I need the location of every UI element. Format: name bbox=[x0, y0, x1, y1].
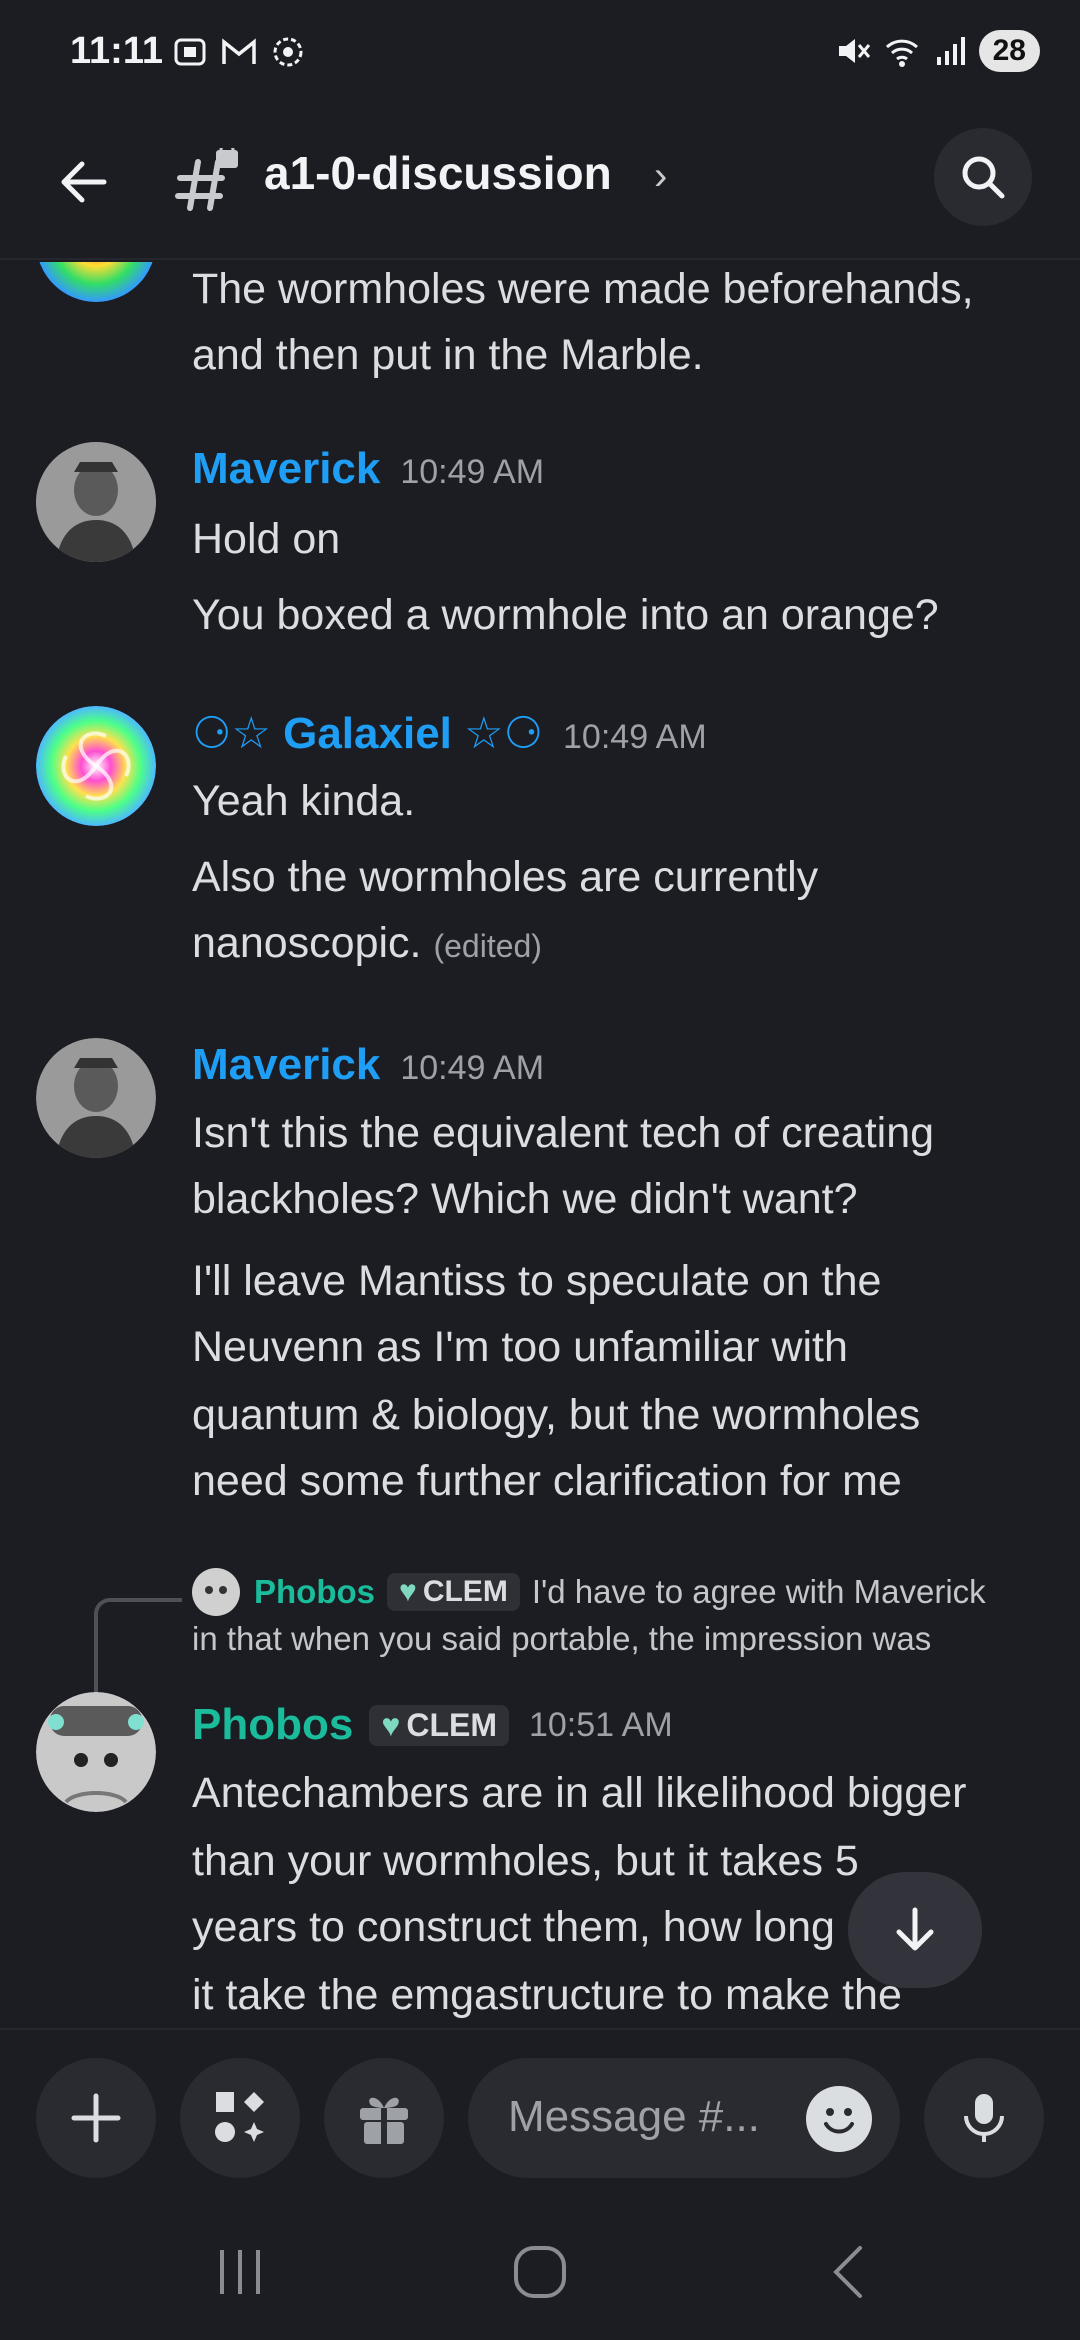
message-text: nanoscopic. (edited) bbox=[192, 910, 542, 980]
avatar[interactable] bbox=[36, 706, 156, 826]
back-button[interactable] bbox=[48, 146, 120, 218]
message-text: blackholes? Which we didn't want? bbox=[192, 1175, 858, 1223]
message-text: You boxed a wormhole into an orange? bbox=[192, 591, 939, 639]
notification-icons bbox=[172, 34, 306, 70]
emoji-button[interactable] bbox=[806, 2086, 872, 2152]
apps-button[interactable] bbox=[180, 2058, 300, 2178]
avatar[interactable] bbox=[36, 262, 156, 302]
home-icon[interactable] bbox=[510, 2242, 570, 2302]
role-tag-label: CLEM bbox=[422, 1575, 508, 1608]
avatar[interactable] bbox=[36, 1038, 156, 1158]
reply-connector bbox=[94, 1598, 182, 1698]
reply-text: in that when you said portable, the impr… bbox=[192, 1620, 932, 1657]
screenshot-icon bbox=[174, 38, 206, 66]
microphone-icon bbox=[964, 2094, 1004, 2142]
message-text: Yeah kinda. bbox=[192, 777, 416, 825]
role-tag: ♥ CLEM bbox=[387, 1573, 520, 1611]
locked-channel-icon bbox=[175, 148, 238, 211]
signal-icon bbox=[936, 37, 965, 65]
message-header: Maverick 10:49 AM bbox=[192, 1040, 544, 1090]
message-text: Neuvenn as I'm too unfamiliar with bbox=[192, 1323, 848, 1371]
heart-icon: ♥ bbox=[381, 1706, 401, 1743]
reply-avatar bbox=[192, 1568, 240, 1616]
recent-apps-icon[interactable] bbox=[210, 2242, 270, 2302]
gift-button[interactable] bbox=[324, 2058, 444, 2178]
message-text: I'll leave Mantiss to speculate on the bbox=[192, 1257, 882, 1305]
reply-preview[interactable]: Phobos ♥ CLEM I'd have to agree with Mave… bbox=[192, 1568, 1072, 1658]
edited-label: (edited) bbox=[433, 928, 542, 964]
timestamp: 10:49 AM bbox=[563, 718, 707, 756]
settings-icon bbox=[273, 37, 303, 67]
message-text-part: nanoscopic. bbox=[192, 919, 422, 967]
message-text: Also the wormholes are currently bbox=[192, 853, 819, 901]
system-navigation-bar bbox=[0, 2198, 1080, 2340]
reply-text: I'd have to agree with Maverick bbox=[531, 1573, 986, 1610]
message-text: than your wormholes, but it takes 5 bbox=[192, 1837, 859, 1885]
author-name[interactable]: Phobos bbox=[192, 1700, 353, 1750]
wifi-icon bbox=[885, 39, 918, 67]
author-name[interactable]: Maverick bbox=[192, 1040, 380, 1090]
channel-header: a1-0-discussion › bbox=[0, 110, 1080, 260]
channel-title[interactable]: a1-0-discussion bbox=[264, 146, 612, 200]
chevron-right-icon[interactable]: › bbox=[654, 154, 667, 199]
message-text: The wormholes were made beforehands, bbox=[192, 265, 974, 313]
message-composer: Message #... bbox=[0, 2028, 1080, 2198]
add-attachment-button[interactable] bbox=[36, 2058, 156, 2178]
timestamp: 10:49 AM bbox=[400, 1049, 545, 1087]
arrow-down-icon bbox=[896, 1907, 934, 1951]
status-bar: 11:11 28 bbox=[0, 0, 1080, 110]
gmail-icon bbox=[222, 38, 256, 64]
message-text: need some further clarification for me bbox=[192, 1457, 902, 1505]
back-nav-icon[interactable] bbox=[820, 2242, 880, 2302]
message-text: Antechambers are in all likelihood bigge… bbox=[192, 1769, 967, 1817]
reply-author[interactable]: Phobos bbox=[254, 1573, 375, 1611]
arrow-left-icon bbox=[61, 161, 107, 203]
message-text: quantum & biology, but the wormholes bbox=[192, 1391, 921, 1439]
timestamp: 10:51 AM bbox=[528, 1705, 673, 1744]
message-header: Phobos ♥ CLEM 10:51 AM bbox=[192, 1700, 673, 1750]
voice-message-button[interactable] bbox=[924, 2058, 1044, 2178]
apps-icon bbox=[215, 2092, 264, 2142]
jump-to-bottom-button[interactable] bbox=[848, 1872, 982, 1988]
mute-icon bbox=[838, 39, 870, 63]
search-button[interactable] bbox=[934, 128, 1032, 226]
battery-indicator: 28 bbox=[978, 30, 1040, 72]
message-text: Isn't this the equivalent tech of creati… bbox=[192, 1109, 935, 1157]
avatar[interactable] bbox=[36, 442, 156, 562]
message-list[interactable]: The wormholes were made beforehands, and… bbox=[0, 262, 1080, 2026]
message-text: years to construct them, how long d bbox=[192, 1903, 871, 1951]
author-name[interactable]: Maverick bbox=[192, 444, 380, 494]
message-header: Maverick 10:49 AM bbox=[192, 444, 544, 494]
message-text: Hold on bbox=[192, 515, 341, 563]
role-tag-label: CLEM bbox=[406, 1706, 497, 1743]
role-tag: ♥ CLEM bbox=[369, 1704, 509, 1746]
message-placeholder: Message #... bbox=[508, 2092, 760, 2141]
author-name[interactable]: ⚆☆ Galaxiel ☆⚆ bbox=[192, 708, 543, 759]
gift-icon bbox=[360, 2097, 408, 2144]
search-icon bbox=[962, 156, 1005, 199]
avatar[interactable] bbox=[36, 1692, 156, 1812]
smile-icon bbox=[824, 2108, 854, 2134]
timestamp: 10:49 AM bbox=[400, 453, 545, 491]
message-header: ⚆☆ Galaxiel ☆⚆ 10:49 AM bbox=[192, 708, 707, 759]
plus-icon bbox=[71, 2093, 121, 2143]
message-text: it take the emgastructure to make the bbox=[192, 1971, 902, 2019]
system-icons: 28 bbox=[835, 30, 1040, 72]
message-input[interactable]: Message #... bbox=[468, 2058, 900, 2178]
status-time: 11:11 bbox=[70, 30, 163, 72]
heart-icon: ♥ bbox=[399, 1575, 417, 1608]
message-text: and then put in the Marble. bbox=[192, 331, 704, 379]
